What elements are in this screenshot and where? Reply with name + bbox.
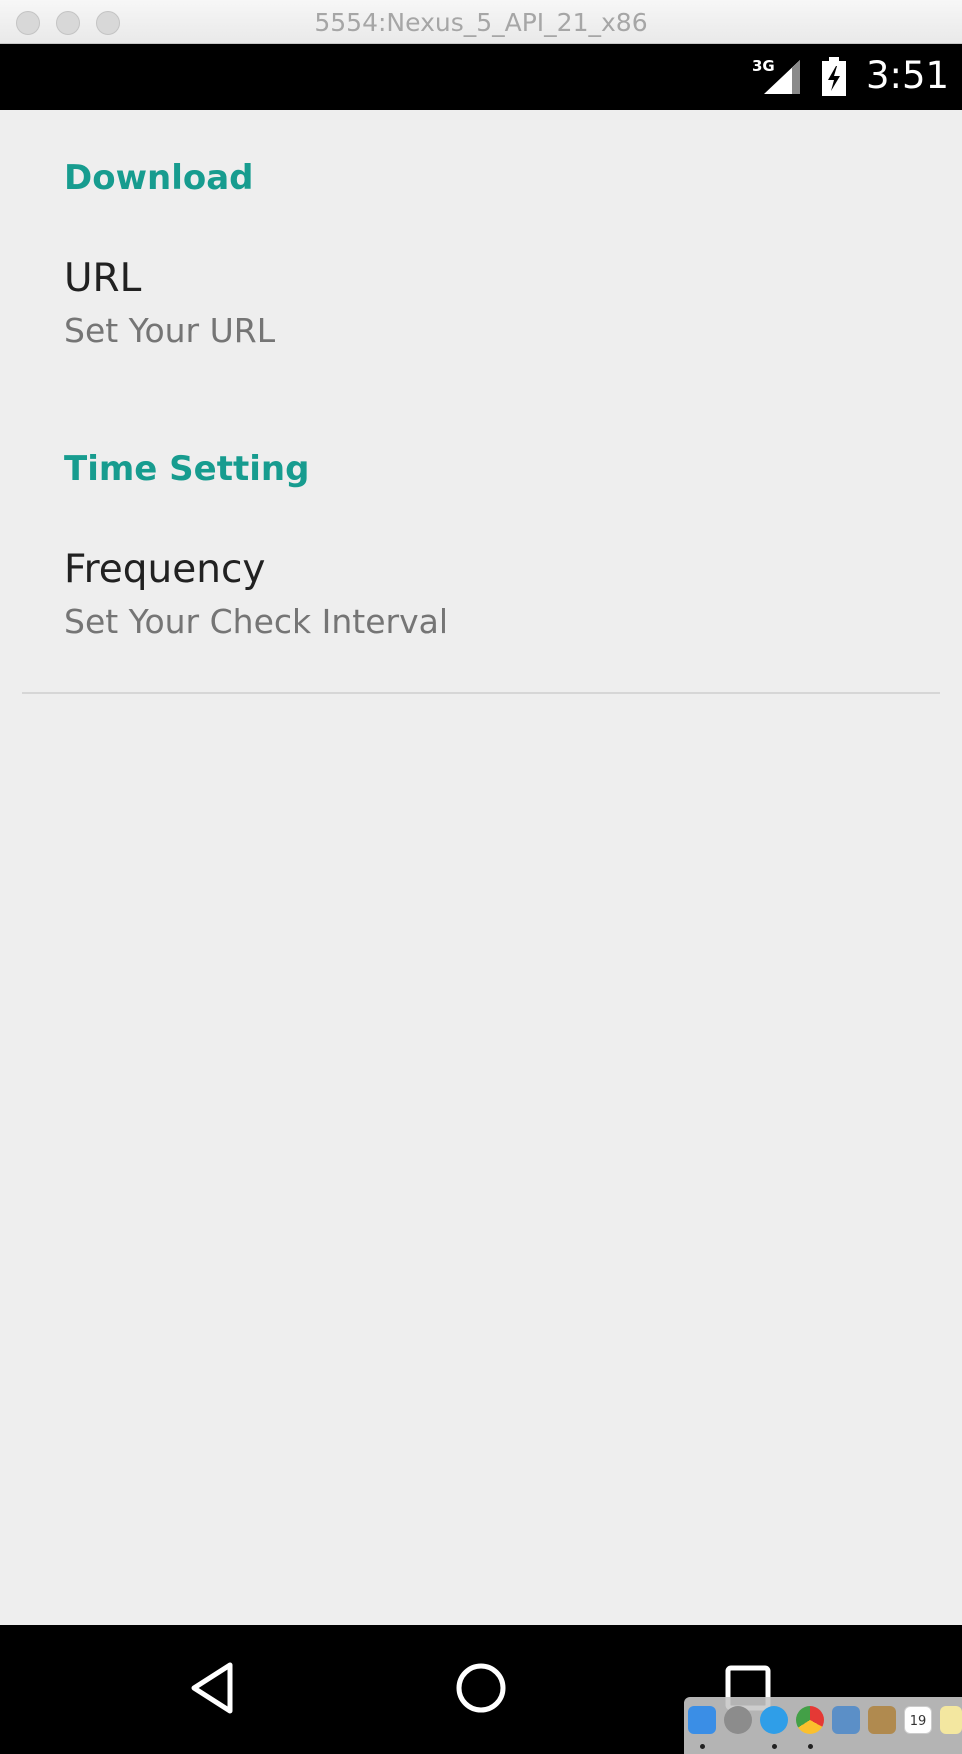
frequency-summary: Set Your Check Interval bbox=[64, 602, 448, 641]
chrome-icon[interactable] bbox=[796, 1706, 824, 1734]
safari-icon[interactable] bbox=[760, 1706, 788, 1734]
settings-screen: Download URL Set Your URL Time Setting F… bbox=[0, 110, 962, 1625]
home-icon[interactable] bbox=[446, 1653, 516, 1723]
status-time: 3:51 bbox=[866, 54, 950, 97]
category-download: Download bbox=[64, 158, 254, 198]
url-summary: Set Your URL bbox=[64, 311, 276, 350]
contacts-icon[interactable] bbox=[868, 1706, 896, 1734]
frequency-title: Frequency bbox=[64, 547, 266, 592]
signal-icon bbox=[764, 60, 800, 94]
category-time-setting: Time Setting bbox=[64, 449, 310, 489]
running-indicator bbox=[700, 1744, 705, 1749]
preview-icon[interactable] bbox=[832, 1706, 860, 1734]
window-titlebar: 5554:Nexus_5_API_21_x86 bbox=[0, 0, 962, 44]
back-icon[interactable] bbox=[178, 1653, 248, 1723]
url-preference[interactable]: URL Set Your URL bbox=[0, 256, 962, 386]
launchpad-icon[interactable] bbox=[724, 1706, 752, 1734]
calendar-icon[interactable]: 19 bbox=[904, 1706, 932, 1734]
window-title: 5554:Nexus_5_API_21_x86 bbox=[314, 8, 648, 37]
status-bar: 3G 3:51 bbox=[0, 44, 962, 110]
notes-icon[interactable] bbox=[940, 1706, 962, 1734]
running-indicator bbox=[808, 1744, 813, 1749]
battery-charging-icon bbox=[822, 57, 846, 96]
finder-icon[interactable] bbox=[688, 1706, 716, 1734]
macos-dock: 19 bbox=[684, 1697, 962, 1754]
running-indicator bbox=[772, 1744, 777, 1749]
list-divider bbox=[22, 692, 940, 694]
url-title: URL bbox=[64, 256, 142, 301]
frequency-preference[interactable]: Frequency Set Your Check Interval bbox=[0, 547, 962, 677]
